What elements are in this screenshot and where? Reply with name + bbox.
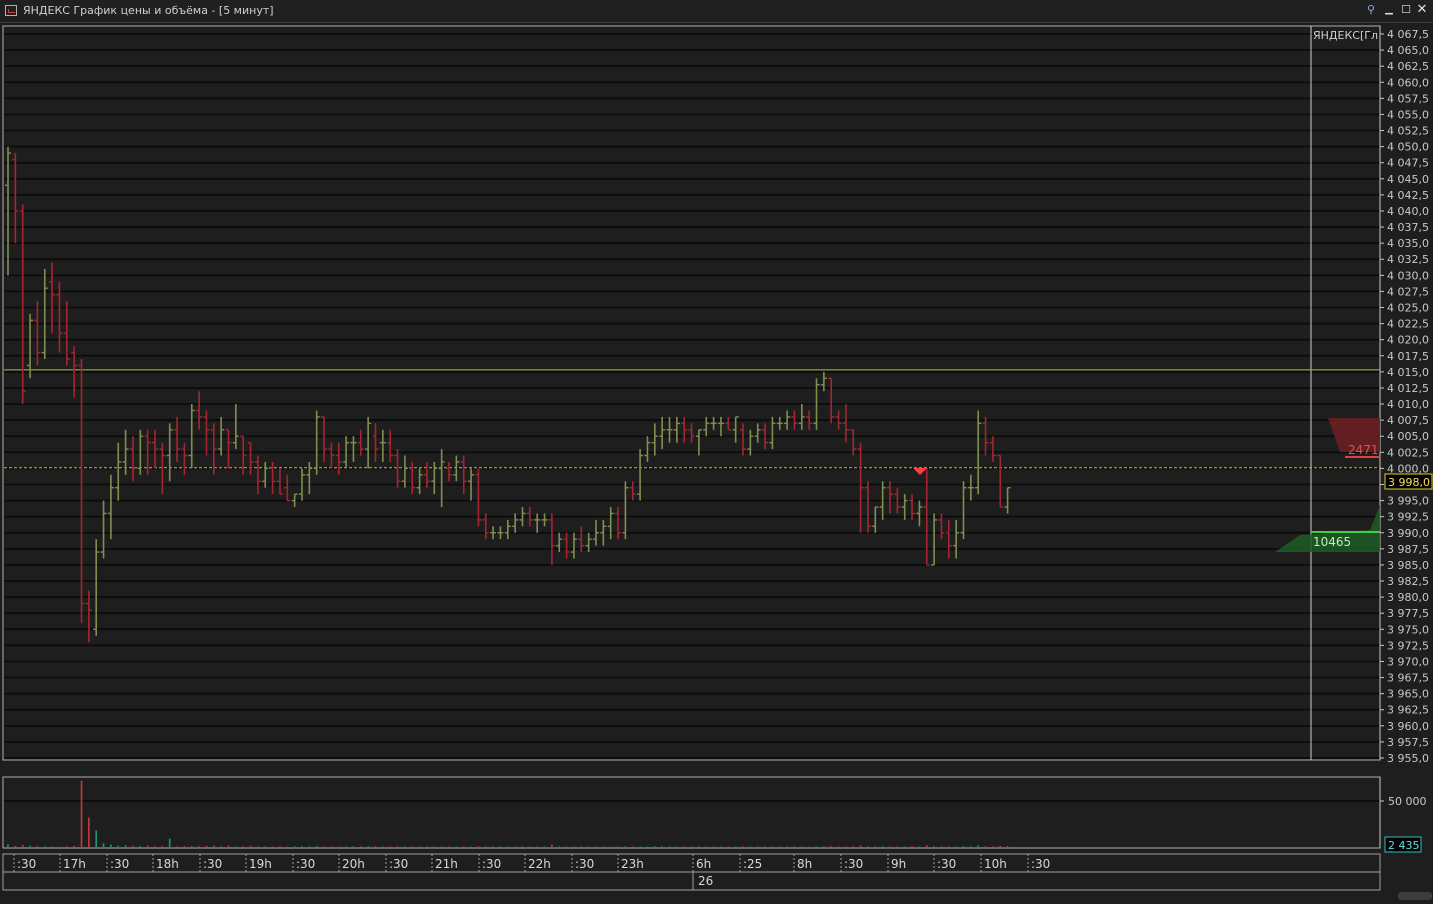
price-tick-label: 3 985,0 xyxy=(1387,559,1429,572)
price-tick-label: 4 062,5 xyxy=(1387,60,1429,73)
price-tick-label: 4 020,0 xyxy=(1387,334,1429,347)
price-tick-label: 4 037,5 xyxy=(1387,221,1429,234)
chart-canvas[interactable]: 4 067,5 4 065,0 4 062,5 4 060,0 4 057,5 4 055… xyxy=(0,0,1433,904)
price-tick-label: 3 967,5 xyxy=(1387,672,1429,685)
price-tick-label: 4 002,5 xyxy=(1387,446,1429,459)
price-tick-label: 4 022,5 xyxy=(1387,318,1429,331)
time-label: 9h xyxy=(891,857,906,871)
price-tick-label: 3 957,5 xyxy=(1387,736,1429,749)
time-label: :30 xyxy=(296,857,315,871)
price-tick-label: 4 007,5 xyxy=(1387,414,1429,427)
price-tick-label: 3 982,5 xyxy=(1387,575,1429,588)
price-tick-label: 4 025,0 xyxy=(1387,302,1429,315)
price-tick-label: 4 050,0 xyxy=(1387,141,1429,154)
time-label: 17h xyxy=(63,857,86,871)
time-label: :25 xyxy=(743,857,762,871)
price-tick-label: 4 040,0 xyxy=(1387,205,1429,218)
price-tick-label: 4 005,0 xyxy=(1387,430,1429,443)
price-tick-label: 4 017,5 xyxy=(1387,350,1429,363)
price-tick-label: 4 065,0 xyxy=(1387,44,1429,57)
time-label: 10h xyxy=(984,857,1007,871)
price-tick-label: 4 057,5 xyxy=(1387,92,1429,105)
scrollbar-thumb[interactable] xyxy=(1398,892,1432,900)
price-tick-label: 4 015,0 xyxy=(1387,366,1429,379)
price-tick-label: 3 995,0 xyxy=(1387,495,1429,508)
time-label: 23h xyxy=(621,857,644,871)
price-tick-label: 3 965,0 xyxy=(1387,688,1429,701)
time-label: :30 xyxy=(482,857,501,871)
current-volume-label: 2 435 xyxy=(1388,839,1420,852)
price-tick-label: 4 042,5 xyxy=(1387,189,1429,202)
sell-volume-label: 2471 xyxy=(1348,443,1379,457)
price-tick-label: 4 067,5 xyxy=(1387,28,1429,41)
time-label: 22h xyxy=(528,857,551,871)
time-label: 21h xyxy=(435,857,458,871)
volume-pane[interactable] xyxy=(2,776,1381,849)
price-tick-label: 4 055,0 xyxy=(1387,108,1429,121)
price-tick-label: 3 970,0 xyxy=(1387,655,1429,668)
price-tick-label: 4 027,5 xyxy=(1387,285,1429,298)
current-price-label: 3 998,0 xyxy=(1388,476,1430,489)
time-label: :30 xyxy=(1031,857,1050,871)
price-tick-label: 3 977,5 xyxy=(1387,607,1429,620)
price-tick-label: 3 987,5 xyxy=(1387,543,1429,556)
price-tick-label: 3 975,0 xyxy=(1387,623,1429,636)
time-label: :30 xyxy=(203,857,222,871)
volume-axis-label: 50 000 xyxy=(1388,795,1427,808)
price-tick-label: 3 962,5 xyxy=(1387,704,1429,717)
time-label: :30 xyxy=(389,857,408,871)
price-tick-label: 3 992,5 xyxy=(1387,511,1429,524)
buy-volume-label: 10465 xyxy=(1313,535,1351,549)
time-label: :30 xyxy=(575,857,594,871)
price-tick-label: 4 012,5 xyxy=(1387,382,1429,395)
date-label: 26 xyxy=(698,874,713,888)
time-label: 20h xyxy=(342,857,365,871)
instrument-label: ЯНДЕКС[Гл xyxy=(1313,29,1378,42)
price-tick-label: 4 060,0 xyxy=(1387,76,1429,89)
price-pane[interactable] xyxy=(2,25,1381,761)
time-label: 6h xyxy=(696,857,711,871)
price-tick-label: 4 000,0 xyxy=(1387,462,1429,475)
price-tick-label: 3 960,0 xyxy=(1387,720,1429,733)
price-tick-label: 3 955,0 xyxy=(1387,752,1429,765)
price-tick-label: 4 032,5 xyxy=(1387,253,1429,266)
time-label: 18h xyxy=(156,857,179,871)
price-tick-label: 3 990,0 xyxy=(1387,527,1429,540)
price-tick-label: 3 980,0 xyxy=(1387,591,1429,604)
time-label: :30 xyxy=(937,857,956,871)
time-label: :30 xyxy=(17,857,36,871)
date-axis[interactable] xyxy=(2,871,1381,891)
price-tick-label: 3 972,5 xyxy=(1387,639,1429,652)
price-tick-label: 4 047,5 xyxy=(1387,157,1429,170)
price-tick-label: 4 010,0 xyxy=(1387,398,1429,411)
time-label: :30 xyxy=(844,857,863,871)
time-label: :30 xyxy=(110,857,129,871)
time-label: 19h xyxy=(249,857,272,871)
price-tick-label: 4 052,5 xyxy=(1387,125,1429,138)
price-tick-label: 4 035,0 xyxy=(1387,237,1429,250)
time-label: 8h xyxy=(797,857,812,871)
price-tick-label: 4 045,0 xyxy=(1387,173,1429,186)
price-tick-label: 4 030,0 xyxy=(1387,269,1429,282)
